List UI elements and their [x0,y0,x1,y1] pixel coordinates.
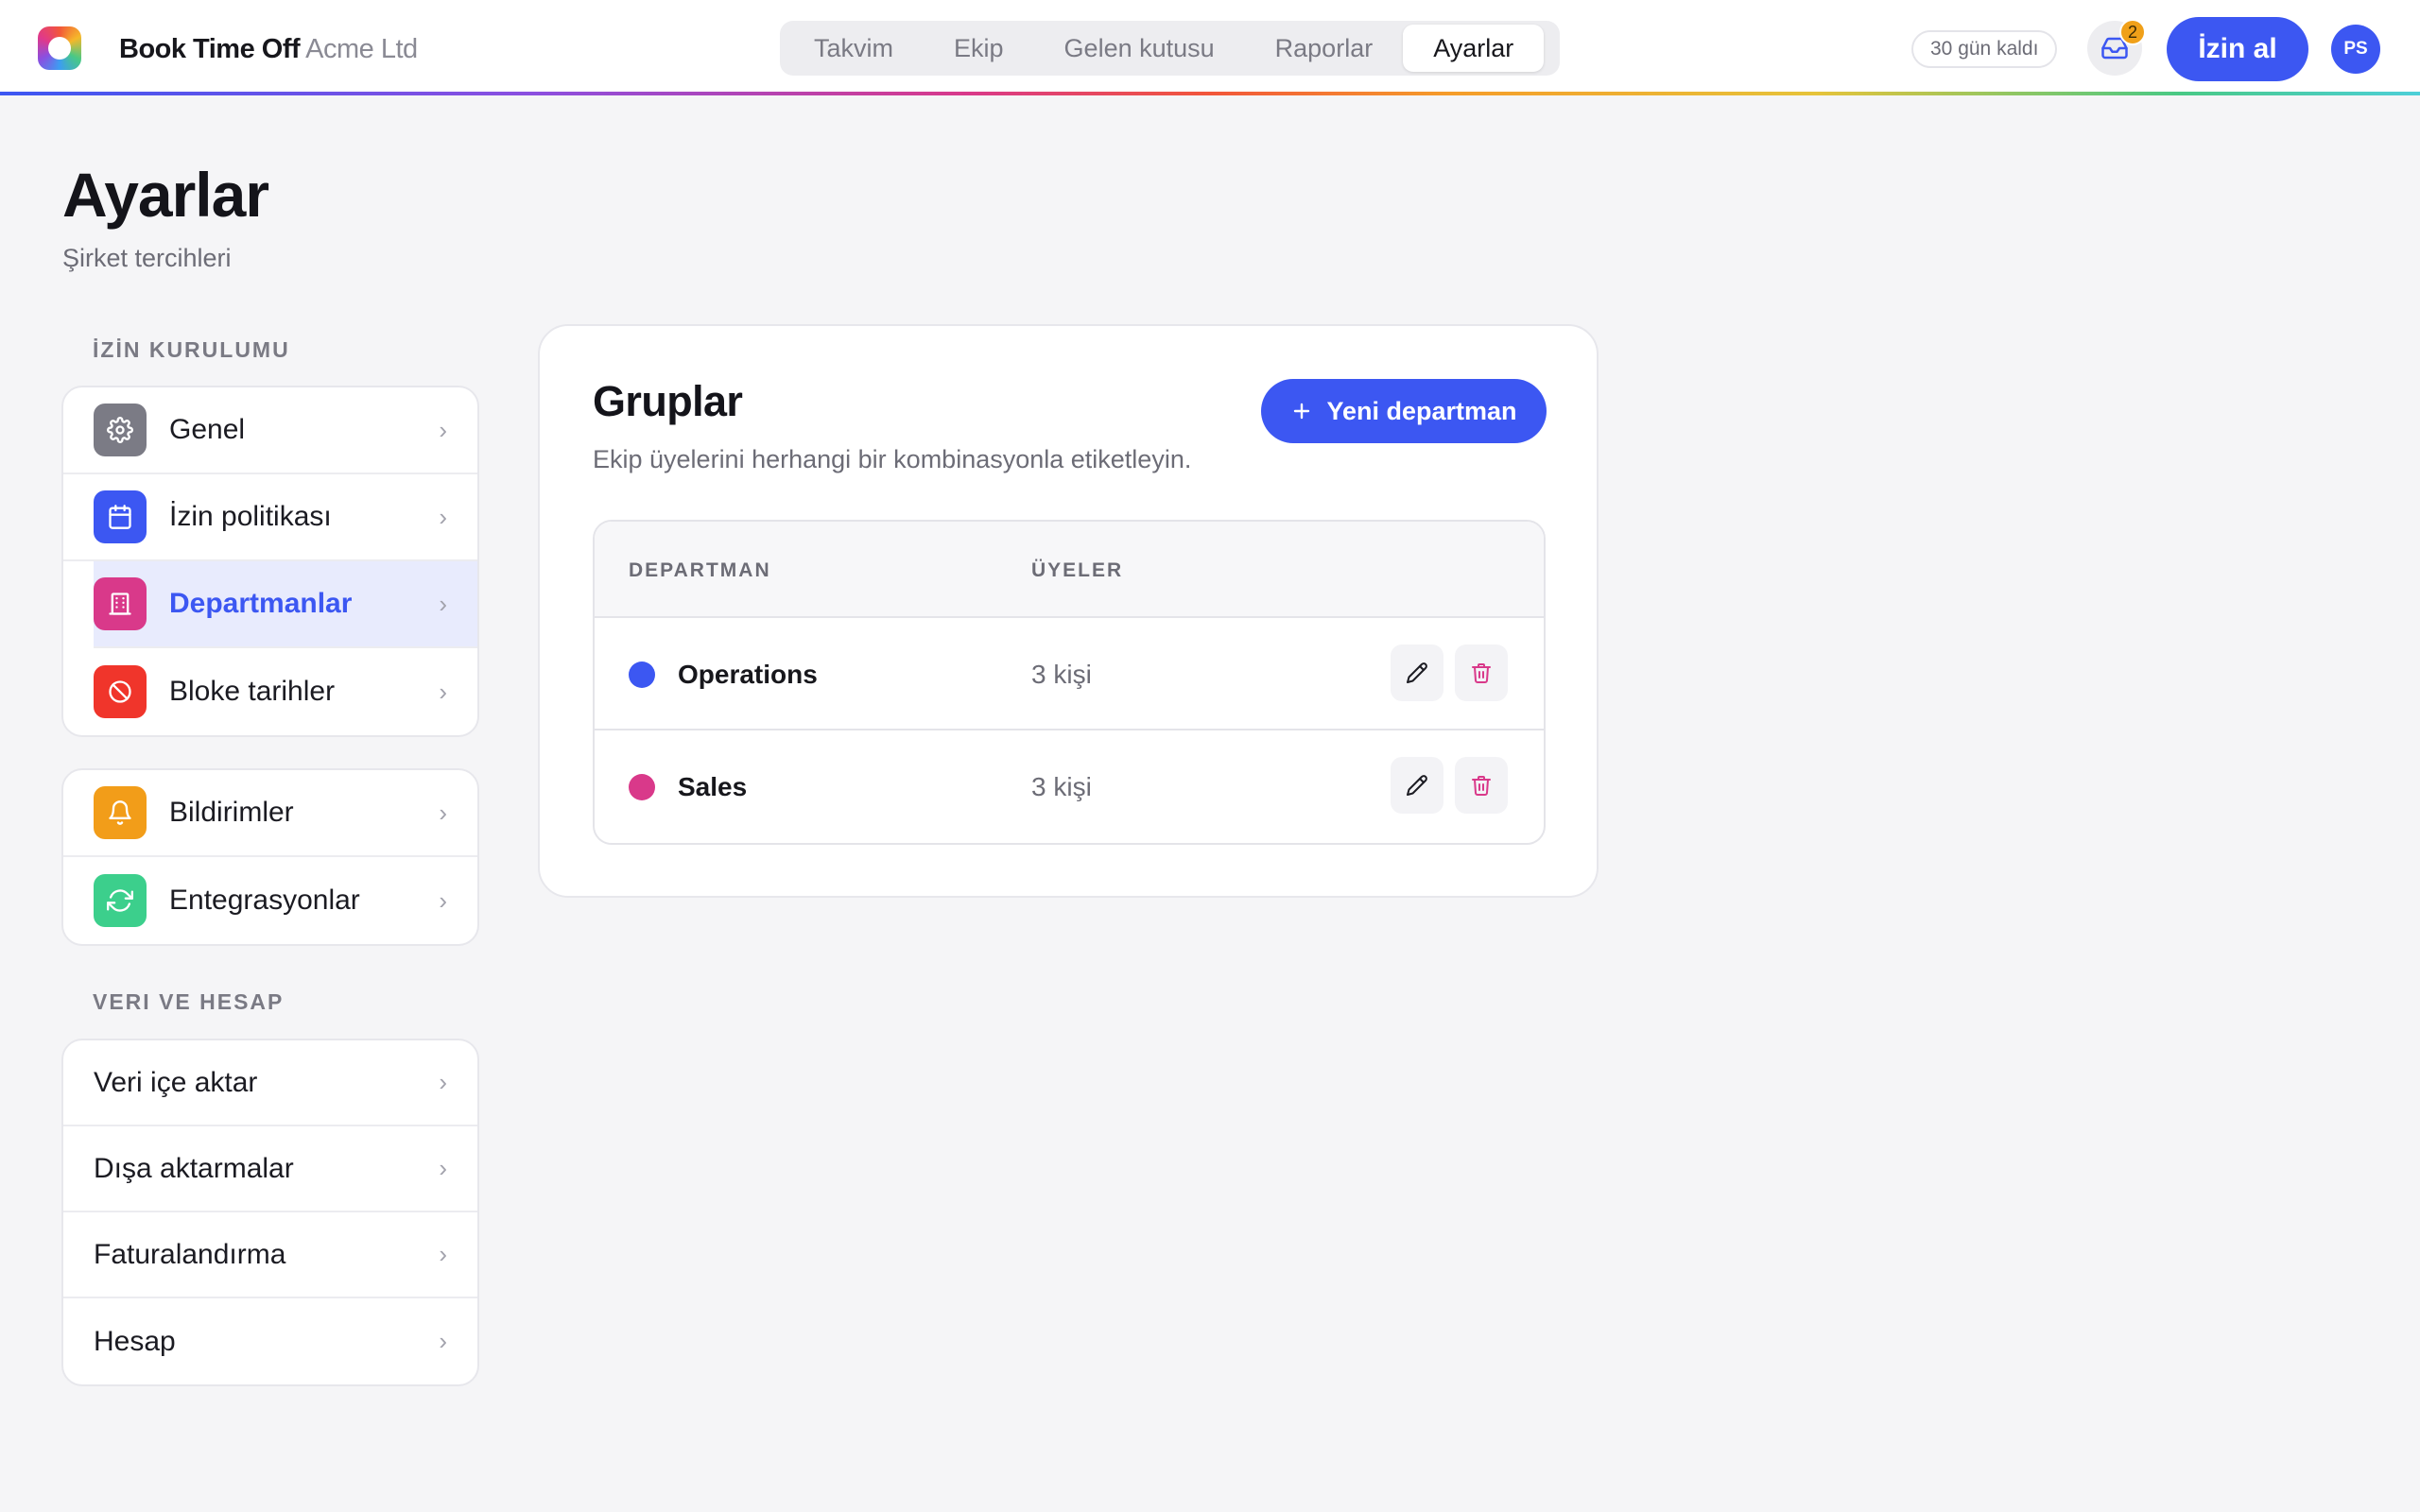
plus-icon [1294,403,1310,420]
pencil-icon [1407,775,1427,796]
department-color-dot [629,774,655,800]
page-subtitle: Şirket tercihleri [62,244,232,272]
sidebar-item-label: Faturalandırma [94,1238,286,1270]
inbox-button[interactable]: 2 [2087,19,2146,76]
chevron-right-icon: › [439,885,447,915]
request-leave-button[interactable]: İzin al [2167,17,2308,81]
sidebar-item-departments[interactable]: Departmanlar › [94,561,477,648]
sidebar-item-import-data[interactable]: Veri içe aktar › [63,1040,477,1126]
block-icon [94,665,147,718]
sidebar-item-billing[interactable]: Faturalandırma › [63,1212,477,1298]
header-accent-bar [0,92,2420,95]
trash-icon [1472,663,1491,683]
chevron-right-icon: › [439,1240,447,1268]
department-members: 3 kişi [1031,772,1092,801]
sync-icon [94,874,147,927]
new-department-button[interactable]: Yeni departman [1261,379,1547,443]
delete-button[interactable] [1455,757,1508,814]
sidebar-item-label: Veri içe aktar [94,1066,258,1098]
sidebar-item-blocked-dates[interactable]: Bloke tarihler › [63,648,477,735]
column-header-department: DEPARTMAN [629,559,771,581]
top-bar: Book Time Off Acme Ltd Takvim Ekip Gelen … [0,0,2420,95]
app-name: Book Time Off [119,34,301,64]
main-nav-tabs: Takvim Ekip Gelen kutusu Raporlar Ayarla… [780,21,1560,76]
edit-button[interactable] [1391,644,1443,701]
sidebar-item-label: İzin politikası [169,501,332,532]
table-row[interactable]: Operations 3 kişi [595,618,1544,730]
trash-icon [1472,776,1491,796]
department-members: 3 kişi [1031,660,1092,689]
table-row[interactable]: Sales 3 kişi [595,730,1544,843]
org-name: Acme Ltd [305,34,418,64]
sidebar-item-account[interactable]: Hesap › [63,1298,477,1384]
user-avatar[interactable]: PS [2331,25,2380,74]
sidebar-section-data-account: VERI VE HESAP [93,989,285,1014]
chevron-right-icon: › [439,1154,447,1182]
tab-ayarlar[interactable]: Ayarlar [1403,25,1545,72]
edit-button[interactable] [1391,757,1443,814]
card-title: Gruplar [593,377,743,425]
sidebar-group-notifications: Bildirimler › Entegrasyonlar › [61,768,479,946]
calendar-icon [94,490,147,543]
departments-table: DEPARTMAN ÜYELER Operations 3 kişi Sales… [593,520,1546,845]
column-header-members: ÜYELER [1031,559,1124,581]
sidebar-group-data-account: Veri içe aktar › Dışa aktarmalar › Fatur… [61,1039,479,1386]
sidebar-group-leave-setup: Genel › İzin politikası › Departmanlar ›… [61,386,479,737]
chevron-right-icon: › [439,677,447,706]
table-header: DEPARTMAN ÜYELER [595,522,1544,618]
departments-card: Gruplar Ekip üyelerini herhangi bir komb… [538,324,1599,898]
new-department-label: Yeni departman [1326,396,1517,425]
chevron-right-icon: › [439,589,447,618]
sidebar-item-label: Entegrasyonlar [169,885,360,916]
building-icon [94,577,147,630]
trial-badge[interactable]: 30 gün kaldı [1911,30,2058,68]
sidebar-item-notifications[interactable]: Bildirimler › [63,770,477,857]
sidebar-item-label: Dışa aktarmalar [94,1152,294,1184]
pencil-icon [1407,662,1427,683]
bell-icon [94,786,147,839]
sidebar-item-label: Genel [169,414,246,445]
sidebar-item-label: Bloke tarihler [169,676,336,707]
department-name: Sales [678,772,748,801]
sidebar-item-label: Hesap [94,1325,176,1357]
tab-raporlar[interactable]: Raporlar [1245,25,1404,72]
chevron-right-icon: › [439,1327,447,1355]
sidebar-item-leave-policy[interactable]: İzin politikası › [63,474,477,561]
chevron-right-icon: › [439,798,447,827]
delete-button[interactable] [1455,644,1508,701]
department-color-dot [629,662,655,688]
tab-takvim[interactable]: Takvim [784,25,924,72]
gear-icon [94,404,147,456]
sidebar-item-genel[interactable]: Genel › [63,387,477,474]
sidebar-item-label: Bildirimler [169,797,294,828]
sidebar-item-label: Departmanlar [169,588,353,619]
brand: Book Time Off Acme Ltd [119,34,418,65]
chevron-right-icon: › [439,415,447,444]
card-subtitle: Ekip üyelerini herhangi bir kombinasyonl… [593,445,1192,473]
sidebar-section-leave-setup: İZİN KURULUMU [93,337,290,362]
sidebar-item-integrations[interactable]: Entegrasyonlar › [63,857,477,944]
tab-gelen-kutusu[interactable]: Gelen kutusu [1034,25,1245,72]
sidebar-item-exports[interactable]: Dışa aktarmalar › [63,1126,477,1212]
chevron-right-icon: › [439,1068,447,1096]
page-title: Ayarlar [62,160,269,230]
inbox-count-badge: 2 [2119,19,2146,45]
tab-ekip[interactable]: Ekip [924,25,1034,72]
app-logo-icon[interactable] [38,26,81,70]
department-name: Operations [678,660,818,689]
chevron-right-icon: › [439,502,447,531]
